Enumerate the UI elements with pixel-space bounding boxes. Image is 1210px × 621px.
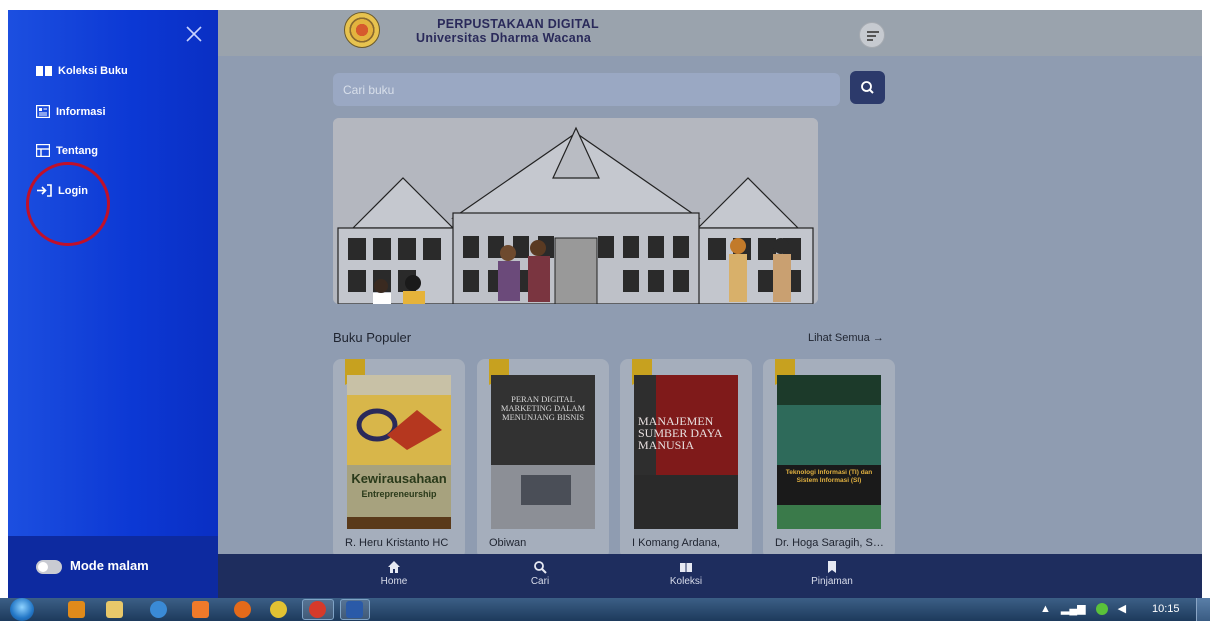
book-card[interactable]: PERAN DIGITAL MARKETING DALAM MENUNJANG … [477,359,609,559]
nav-collection[interactable]: Koleksi [656,560,716,587]
nav-home-label: Home [380,576,408,587]
book-cover-art: Teknologi Informasi (TI) dan Sistem Info… [777,375,881,529]
search-button[interactable] [850,71,885,104]
cover-title: MANAJEMEN SUMBER DAYA MANUSIA [638,415,722,452]
bookmark-icon [828,561,836,573]
brand-subtitle: Universitas Dharma Wacana [416,31,592,45]
system-tray: ▲ ▂▄▆ ◀ [1040,602,1126,615]
taskbar-clock[interactable]: 10:15 [1152,603,1180,615]
sidebar-item-label: Informasi [56,105,106,118]
book-cover-art: MANAJEMEN SUMBER DAYA MANUSIA [634,375,738,529]
window-top-border [0,0,1210,10]
book-cover: MANAJEMEN SUMBER DAYA MANUSIA [634,375,738,529]
file-explorer-icon[interactable] [106,601,123,618]
night-mode-label: Mode malam [70,558,149,573]
night-mode-toggle[interactable] [36,560,62,574]
menu-icon [867,31,879,33]
book-card[interactable]: MANAJEMEN SUMBER DAYA MANUSIA I Komang A… [620,359,752,559]
menu-icon-bar [867,35,876,37]
menu-button[interactable] [859,22,885,48]
newspaper-icon [36,105,50,118]
sidebar-item-informasi[interactable]: Informasi [36,105,106,118]
hero-banner [333,118,818,304]
see-all-link[interactable]: Lihat Semua → [808,332,884,344]
home-icon [388,561,400,573]
book-author: R. Heru Kristanto HC [345,537,449,549]
window-left-border [0,0,8,598]
book-cover-art: Kewirausahaan Entrepreneurship [347,375,451,529]
toggle-knob [38,562,48,572]
volume-icon[interactable]: ◀ [1118,602,1126,615]
media-player-icon[interactable] [68,601,85,618]
nav-home[interactable]: Home [364,560,424,587]
start-button[interactable] [10,598,34,621]
cover-subtitle: Entrepreneurship [361,489,437,499]
book-cover-art: PERAN DIGITAL MARKETING DALAM MENUNJANG … [491,375,595,529]
word-icon[interactable] [346,601,363,618]
tray-expand-icon[interactable]: ▲ [1040,603,1051,615]
nav-collection-label: Koleksi [669,576,703,587]
sidebar-item-koleksi-buku[interactable]: Koleksi Buku [36,65,128,77]
firefox-icon[interactable] [234,601,251,618]
search-icon [534,561,547,574]
book-cover: Kewirausahaan Entrepreneurship [347,375,451,529]
signal-icon[interactable]: ▂▄▆ [1061,602,1086,615]
nav-loans-label: Pinjaman [811,576,853,587]
university-logo [344,12,380,48]
app-viewport: PERPUSTAKAAN DIGITAL Universitas Dharma … [8,10,1202,598]
sidebar-drawer: Koleksi Buku Informasi Tentang Login Mod… [8,10,218,598]
night-mode-bar: Mode malam [8,536,218,598]
nav-search[interactable]: Cari [510,560,570,587]
nav-search-label: Cari [530,576,550,587]
book-open-icon [36,66,52,76]
book-author: Obiwan [489,537,527,549]
campus-building-illustration [333,118,818,304]
info-card-icon [36,144,50,157]
bottom-navigation: Home Cari Koleksi Pinjaman [218,554,1202,598]
internet-explorer-icon[interactable] [150,601,167,618]
popular-books-title: Buku Populer [333,330,412,345]
search-input[interactable] [333,73,840,106]
close-button[interactable] [184,24,204,44]
sidebar-item-label: Tentang [56,144,98,157]
cover-title: Teknologi Informasi (TI) dan Sistem Info… [785,469,873,484]
search-icon [861,81,874,94]
sidebar-item-label: Koleksi Buku [58,65,128,77]
nav-loans[interactable]: Pinjaman [802,560,862,587]
login-highlight-annotation [26,162,110,246]
network-icon[interactable] [1095,602,1108,615]
book-icon [680,563,692,572]
window-right-border [1202,0,1210,598]
book-cover: Teknologi Informasi (TI) dan Sistem Info… [777,375,881,529]
windows-taskbar: ▲ ▂▄▆ ◀ 10:15 [0,598,1210,621]
cover-title: PERAN DIGITAL MARKETING DALAM MENUNJANG … [500,395,586,422]
cover-title: Kewirausahaan [351,471,446,486]
brand-title: PERPUSTAKAAN DIGITAL [437,17,599,31]
book-author: I Komang Ardana, [632,537,721,549]
show-desktop-button[interactable] [1196,598,1210,621]
menu-icon-bar [867,39,873,41]
book-card[interactable]: Kewirausahaan Entrepreneurship R. Heru K… [333,359,465,559]
xampp-icon[interactable] [192,601,209,618]
chrome-active-icon[interactable] [309,601,326,618]
book-author: Dr. Hoga Saragih, S… [775,537,884,549]
sidebar-item-tentang[interactable]: Tentang [36,144,98,157]
book-card[interactable]: Teknologi Informasi (TI) dan Sistem Info… [763,359,895,559]
book-cover: PERAN DIGITAL MARKETING DALAM MENUNJANG … [491,375,595,529]
chrome-icon[interactable] [270,601,287,618]
close-icon [186,26,202,42]
